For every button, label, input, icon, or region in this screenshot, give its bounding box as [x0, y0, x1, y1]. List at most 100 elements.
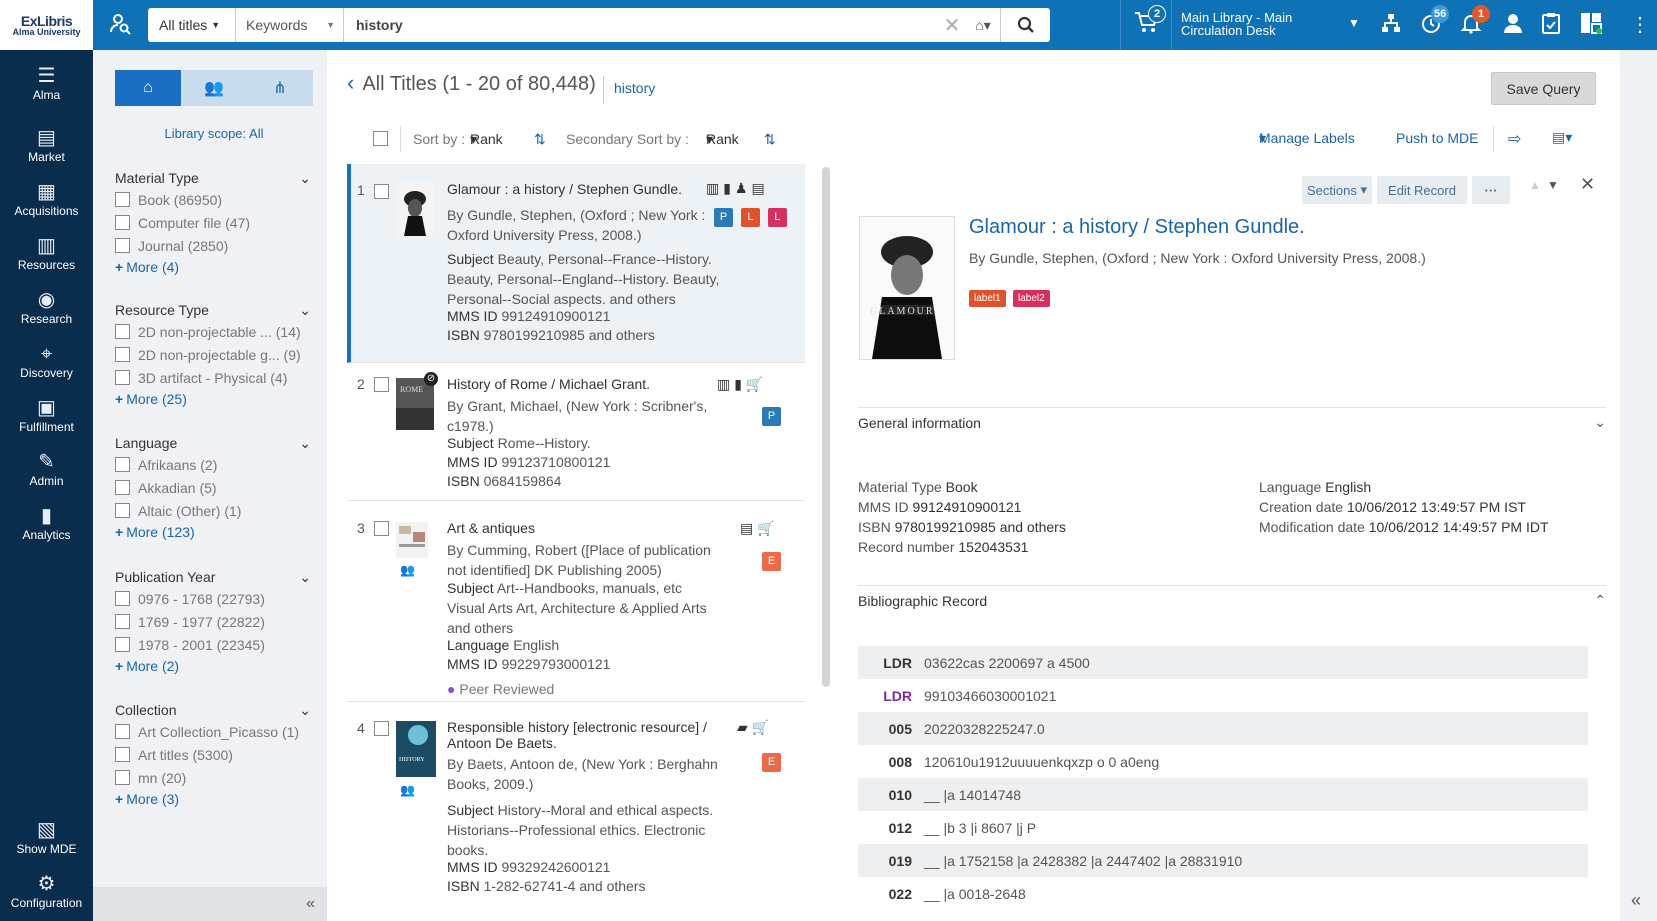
exlibris-logo[interactable]: ExLibris Alma University — [0, 0, 93, 50]
tag-e[interactable]: E — [762, 753, 781, 772]
facet-option[interactable]: Journal (2850) — [115, 234, 311, 257]
hierarchy-icon[interactable] — [1378, 12, 1404, 40]
sort-direction-icon[interactable]: ⇅ — [534, 131, 546, 148]
back-arrow-icon[interactable]: ‹ — [347, 70, 354, 95]
next-record-icon[interactable]: ▼ — [1547, 178, 1559, 192]
checkbox[interactable] — [115, 324, 130, 339]
layout-toggle-icon[interactable]: ▤▾ — [1552, 129, 1572, 146]
manage-labels-button[interactable]: Manage Labels ▾ — [1259, 130, 1355, 147]
detail-title[interactable]: Glamour : a history / Stephen Gundle. — [969, 216, 1305, 239]
facet-more-link[interactable]: + More (4) — [115, 257, 311, 277]
cover-thumbnail[interactable]: HISTORY — [396, 721, 436, 777]
checkbox[interactable] — [115, 192, 130, 207]
cover-thumbnail[interactable]: ROME — [396, 378, 434, 432]
search-input[interactable] — [344, 8, 938, 42]
nav-resources[interactable]: ▥ Resources — [0, 234, 93, 272]
clipboard-icon[interactable] — [1538, 12, 1564, 40]
marc-field[interactable]: 022 __ |a 0018-2648 — [858, 877, 1588, 910]
chevron-down-icon[interactable]: ⌄ — [299, 569, 311, 586]
row-checkbox[interactable] — [374, 521, 389, 536]
panel-splitter[interactable] — [822, 167, 830, 687]
row-checkbox[interactable] — [374, 721, 389, 736]
chevron-down-icon[interactable]: ⌄ — [299, 170, 311, 187]
inventory-icons[interactable]: ▥▮🛒 — [717, 376, 767, 393]
label-badge[interactable]: label2 — [1013, 290, 1050, 307]
marc-field[interactable]: 005 20220328225247.0 — [858, 712, 1588, 745]
tag-l[interactable]: L — [740, 208, 760, 227]
tag-l2[interactable]: L — [767, 208, 787, 227]
sort-select[interactable]: Rank ▾ — [470, 131, 503, 148]
checkbox[interactable] — [115, 457, 130, 472]
checkbox[interactable] — [115, 215, 130, 230]
query-link[interactable]: history — [614, 80, 655, 96]
secondary-sort-direction-icon[interactable]: ⇅ — [764, 131, 776, 148]
result-row[interactable]: 1 Glamour : a history / Stephen Gundle. … — [347, 164, 805, 363]
export-icon[interactable]: ⇨ — [1508, 129, 1521, 149]
facet-option[interactable]: 2D non-projectable ... (14) — [115, 320, 311, 343]
nav-research[interactable]: ◉ Research — [0, 288, 93, 326]
facet-more-link[interactable]: + More (3) — [115, 789, 311, 809]
facet-option[interactable]: 0976 - 1768 (22793) — [115, 587, 311, 610]
checkbox[interactable] — [115, 347, 130, 362]
select-all-checkbox[interactable] — [373, 131, 388, 146]
record-title[interactable]: Responsible history [electronic resource… — [447, 719, 722, 751]
nav-analytics[interactable]: ▮ Analytics — [0, 504, 93, 542]
edit-record-button[interactable]: Edit Record — [1377, 176, 1467, 204]
checkbox[interactable] — [115, 724, 130, 739]
chevron-down-icon[interactable]: ⌄ — [299, 302, 311, 319]
row-checkbox[interactable] — [374, 377, 389, 392]
home-tab[interactable]: ⌂ — [115, 70, 181, 106]
marc-field[interactable]: 012 __ |b 3 |i 8607 |j P — [858, 811, 1588, 844]
inventory-icons[interactable]: ▤🛒 — [740, 520, 779, 537]
nav-discovery[interactable]: ⌖ Discovery — [0, 342, 93, 380]
checkbox[interactable] — [115, 591, 130, 606]
checkbox[interactable] — [115, 747, 130, 762]
checkbox[interactable] — [115, 637, 130, 652]
facet-option[interactable]: 3D artifact - Physical (4) — [115, 366, 311, 389]
nav-configuration[interactable]: ⚙ Configuration — [0, 872, 93, 910]
checkbox[interactable] — [115, 238, 130, 253]
nav-market[interactable]: ▤ Market — [0, 126, 93, 164]
marc-field[interactable]: 010 __ |a 14014748 — [858, 778, 1588, 811]
inventory-icons[interactable]: ▥▮♟▤ — [706, 180, 769, 197]
nav-fulfillment[interactable]: ▣ Fulfillment — [0, 396, 93, 434]
persona-search-icon[interactable] — [108, 12, 132, 42]
tag-e[interactable]: E — [762, 552, 781, 571]
clear-search-icon[interactable]: ✕ — [938, 13, 966, 38]
facet-option[interactable]: Akkadian (5) — [115, 476, 311, 499]
facet-option[interactable]: 1769 - 1977 (22822) — [115, 610, 311, 633]
checkbox[interactable] — [115, 770, 130, 785]
result-row[interactable]: 2 ROME ⊘ History of Rome / Michael Grant… — [347, 364, 805, 501]
double-chevron-left-icon[interactable]: « — [1631, 890, 1641, 911]
nav-acquisitions[interactable]: ▦ Acquisitions — [0, 180, 93, 218]
label-badge[interactable]: label1 — [969, 290, 1006, 307]
result-row[interactable]: 4 HISTORY 👥 Responsible history [electro… — [347, 703, 805, 921]
facet-more-link[interactable]: + More (2) — [115, 656, 311, 676]
more-vertical-icon[interactable]: ⋮ — [1630, 12, 1650, 37]
checkbox[interactable] — [115, 480, 130, 495]
record-title[interactable]: History of Rome / Michael Grant. — [447, 375, 722, 394]
record-title[interactable]: Art & antiques — [447, 519, 722, 538]
general-information-header[interactable]: General information ⌄ — [858, 407, 1606, 437]
nav-admin[interactable]: ✎ Admin — [0, 450, 93, 488]
close-icon[interactable]: ✕ — [1580, 174, 1595, 195]
chevron-down-icon[interactable]: ⌄ — [299, 702, 311, 719]
record-title[interactable]: Glamour : a history / Stephen Gundle. — [447, 180, 722, 199]
search-field-select[interactable]: Keywords ▼ — [236, 8, 344, 42]
nav-show-mde[interactable]: ▧ Show MDE — [0, 818, 93, 856]
bibliographic-record-header[interactable]: Bibliographic Record ⌃ — [858, 585, 1606, 615]
scope-link[interactable]: All — [249, 126, 263, 141]
facet-option[interactable]: Altaic (Other) (1) — [115, 499, 311, 522]
user-icon[interactable] — [1500, 12, 1526, 40]
facet-more-link[interactable]: + More (123) — [115, 522, 311, 542]
facet-option[interactable]: Computer file (47) — [115, 211, 311, 234]
checkbox[interactable] — [115, 614, 130, 629]
facet-option[interactable]: mn (20) — [115, 766, 311, 789]
save-query-button[interactable]: Save Query — [1491, 72, 1596, 105]
people-tab[interactable]: 👥 — [181, 70, 247, 106]
prev-record-icon[interactable]: ▲ — [1529, 178, 1541, 192]
row-checkbox[interactable] — [374, 184, 389, 199]
sections-button[interactable]: Sections ▾ — [1302, 176, 1372, 204]
facet-option[interactable]: 2D non-projectable g... (9) — [115, 343, 311, 366]
marc-field[interactable]: LDR 99103466030001021 — [858, 679, 1588, 712]
